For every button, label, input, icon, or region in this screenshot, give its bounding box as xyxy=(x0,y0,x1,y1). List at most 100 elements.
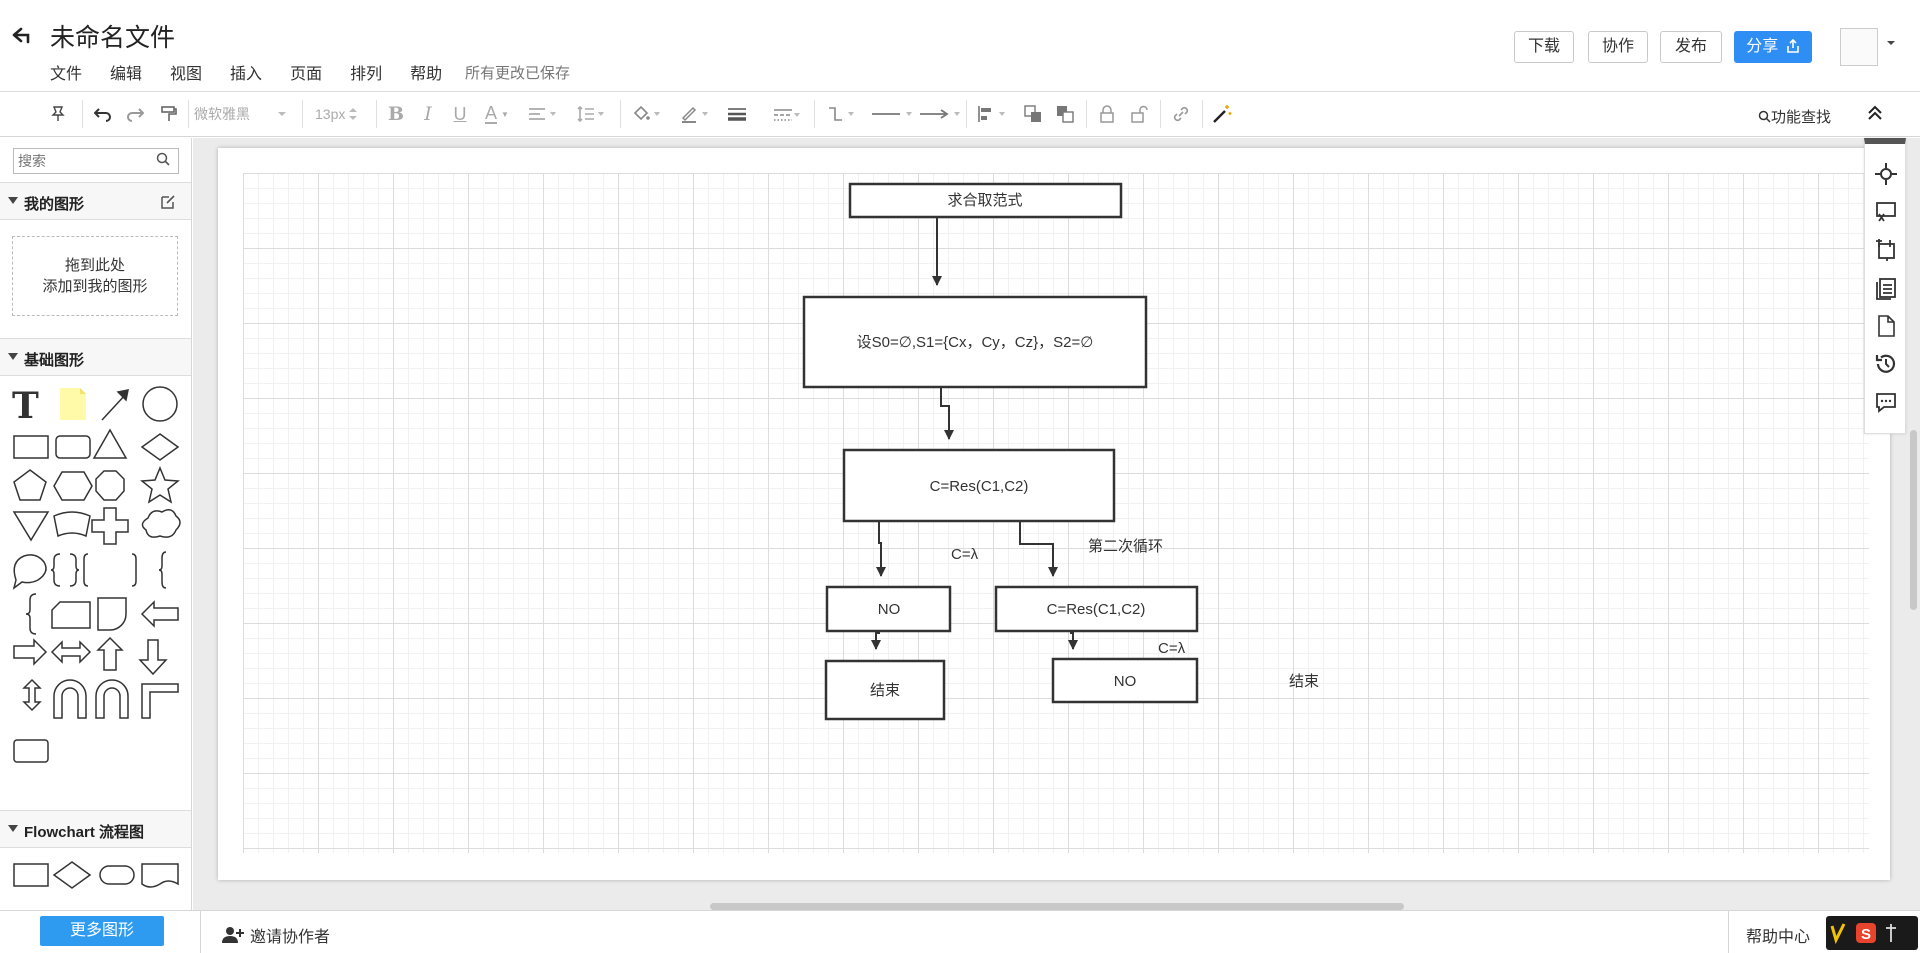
share-button[interactable]: 分享 xyxy=(1734,31,1812,63)
page-setup-icon[interactable] xyxy=(1874,238,1898,262)
fill-color-icon[interactable] xyxy=(628,100,666,128)
node-init[interactable]: 设S0=∅,S1={Cx，Cy，Cz}，S2=∅ xyxy=(802,295,1148,389)
menu-view[interactable]: 视图 xyxy=(170,60,202,84)
caret-down-icon[interactable] xyxy=(1886,38,1896,48)
font-color-icon[interactable]: A ▼ xyxy=(480,100,514,128)
divider xyxy=(200,911,201,953)
page-icon[interactable] xyxy=(1874,314,1898,338)
flowchart-title: Flowchart 流程图 xyxy=(24,824,145,841)
lock-icon[interactable] xyxy=(1094,100,1120,128)
font-family-select[interactable]: 微软雅黑 xyxy=(194,100,294,128)
edge-label-lambda1[interactable]: C=λ xyxy=(951,546,979,563)
app-header: 未命名文件 文件 编辑 视图 插入 页面 排列 帮助 所有更改已保存 下载 协作… xyxy=(0,0,1920,92)
flowchart-shapes-grid xyxy=(8,856,188,900)
ime-toolbar[interactable]: S xyxy=(1826,916,1918,950)
navigator-icon[interactable] xyxy=(1874,162,1898,186)
flowchart-shapes-palette[interactable] xyxy=(8,856,188,896)
data-attributes-icon[interactable] xyxy=(1874,276,1898,300)
menu-file[interactable]: 文件 xyxy=(50,60,82,84)
node-end2-label[interactable]: 结束 xyxy=(1289,673,1319,690)
avatar[interactable] xyxy=(1840,28,1878,66)
caret-down-icon xyxy=(278,112,286,116)
menu-help[interactable]: 帮助 xyxy=(410,60,442,84)
feature-search[interactable]: 功能查找 xyxy=(1758,106,1831,127)
menu-page[interactable]: 页面 xyxy=(290,60,322,84)
redo-icon[interactable] xyxy=(122,100,148,128)
send-back-icon[interactable] xyxy=(1052,100,1078,128)
line-weight-icon[interactable] xyxy=(722,100,760,128)
underline-icon[interactable]: U xyxy=(448,100,472,128)
document-title[interactable]: 未命名文件 xyxy=(50,18,175,54)
menu-edit[interactable]: 编辑 xyxy=(110,60,142,84)
my-shapes-drop-zone[interactable]: 拖到此处 添加到我的图形 xyxy=(12,236,178,316)
node-no1-label: NO xyxy=(878,601,901,618)
unlock-icon[interactable] xyxy=(1126,100,1152,128)
node-no2[interactable]: NO xyxy=(1051,657,1199,704)
more-shapes-button[interactable]: 更多图形 xyxy=(40,916,164,946)
italic-icon[interactable]: I xyxy=(416,100,440,128)
line-color-icon[interactable] xyxy=(676,100,714,128)
magic-wand-icon[interactable] xyxy=(1208,100,1236,128)
connector-type-icon[interactable] xyxy=(822,100,860,128)
bottom-bar: 邀请协作者 帮助中心 S xyxy=(0,910,1920,953)
menu-insert[interactable]: 插入 xyxy=(230,60,262,84)
line-spacing-icon[interactable] xyxy=(572,100,610,128)
node-start-label: 求合取范式 xyxy=(947,192,1022,209)
collapse-up-icon[interactable] xyxy=(1866,103,1884,123)
font-family-value: 微软雅黑 xyxy=(194,106,250,122)
node-start[interactable]: 求合取范式 xyxy=(848,182,1123,219)
save-status: 所有更改已保存 xyxy=(465,65,571,82)
my-shapes-section-header[interactable]: 我的图形 xyxy=(0,182,191,220)
node-end1-label: 结束 xyxy=(870,682,900,699)
publish-button[interactable]: 发布 xyxy=(1660,31,1722,63)
horizontal-scrollbar[interactable] xyxy=(710,903,1404,910)
basic-shapes-section-header[interactable]: 基础图形 xyxy=(0,338,191,376)
edge-label-second-loop[interactable]: 第二次循环 xyxy=(1088,537,1163,555)
align-shapes-icon[interactable] xyxy=(974,100,1010,128)
font-size-select[interactable]: 13px xyxy=(315,100,370,128)
collapse-triangle-icon xyxy=(8,197,18,204)
drawing-canvas[interactable]: 求合取范式 设S0=∅,S1={Cx，Cy，Cz}，S2=∅ C=Res(C1,… xyxy=(193,138,1920,910)
node-res2[interactable]: C=Res(C1,C2) xyxy=(994,585,1199,633)
flowchart-section-header[interactable]: Flowchart 流程图 xyxy=(0,810,191,848)
format-panel-icon[interactable] xyxy=(1874,200,1898,224)
node-no1[interactable]: NO xyxy=(825,585,952,633)
node-no2-label: NO xyxy=(1114,673,1137,690)
basic-shapes-palette[interactable]: T xyxy=(8,384,188,804)
pin-icon[interactable] xyxy=(44,100,72,128)
node-end1[interactable]: 结束 xyxy=(824,659,946,721)
invite-collaborators-button[interactable]: 邀请协作者 xyxy=(222,923,330,947)
feature-search-label: 功能查找 xyxy=(1771,109,1832,126)
flowchart-diagram[interactable]: 求合取范式 设S0=∅,S1={Cx，Cy，Cz}，S2=∅ C=Res(C1,… xyxy=(243,173,1869,853)
history-icon[interactable] xyxy=(1874,352,1898,376)
edit-icon[interactable] xyxy=(160,194,176,210)
search-icon xyxy=(1758,110,1771,123)
node-res1[interactable]: C=Res(C1,C2) xyxy=(842,448,1116,523)
help-center-link[interactable]: 帮助中心 xyxy=(1746,923,1810,947)
undo-icon[interactable] xyxy=(90,100,116,128)
bring-front-icon[interactable] xyxy=(1020,100,1046,128)
format-painter-icon[interactable] xyxy=(156,100,182,128)
edge-label-lambda2[interactable]: C=λ xyxy=(1158,640,1186,657)
line-type-icon[interactable] xyxy=(868,100,916,128)
vertical-scrollbar[interactable] xyxy=(1910,430,1917,610)
comment-icon[interactable] xyxy=(1874,390,1898,414)
share-icon xyxy=(1786,38,1799,53)
add-user-icon xyxy=(222,927,244,943)
download-button[interactable]: 下载 xyxy=(1514,31,1574,63)
line-style-icon[interactable] xyxy=(768,100,806,128)
search-icon[interactable] xyxy=(156,152,170,166)
menu-arrange[interactable]: 排列 xyxy=(350,60,382,84)
arrow-style-icon[interactable] xyxy=(916,100,964,128)
check-icon xyxy=(1830,923,1846,945)
bold-icon[interactable]: B xyxy=(384,100,408,128)
basic-shapes-title: 基础图形 xyxy=(24,352,85,369)
link-icon[interactable] xyxy=(1168,100,1194,128)
back-arrow-icon[interactable] xyxy=(10,22,36,48)
shape-search-input[interactable] xyxy=(13,148,179,174)
canvas-page[interactable]: 求合取范式 设S0=∅,S1={Cx，Cy，Cz}，S2=∅ C=Res(C1,… xyxy=(218,148,1890,880)
collaborate-button[interactable]: 协作 xyxy=(1588,31,1648,63)
collapse-triangle-icon xyxy=(8,353,18,360)
drop-hint-line1: 拖到此处 xyxy=(64,257,125,274)
align-icon[interactable] xyxy=(524,100,562,128)
